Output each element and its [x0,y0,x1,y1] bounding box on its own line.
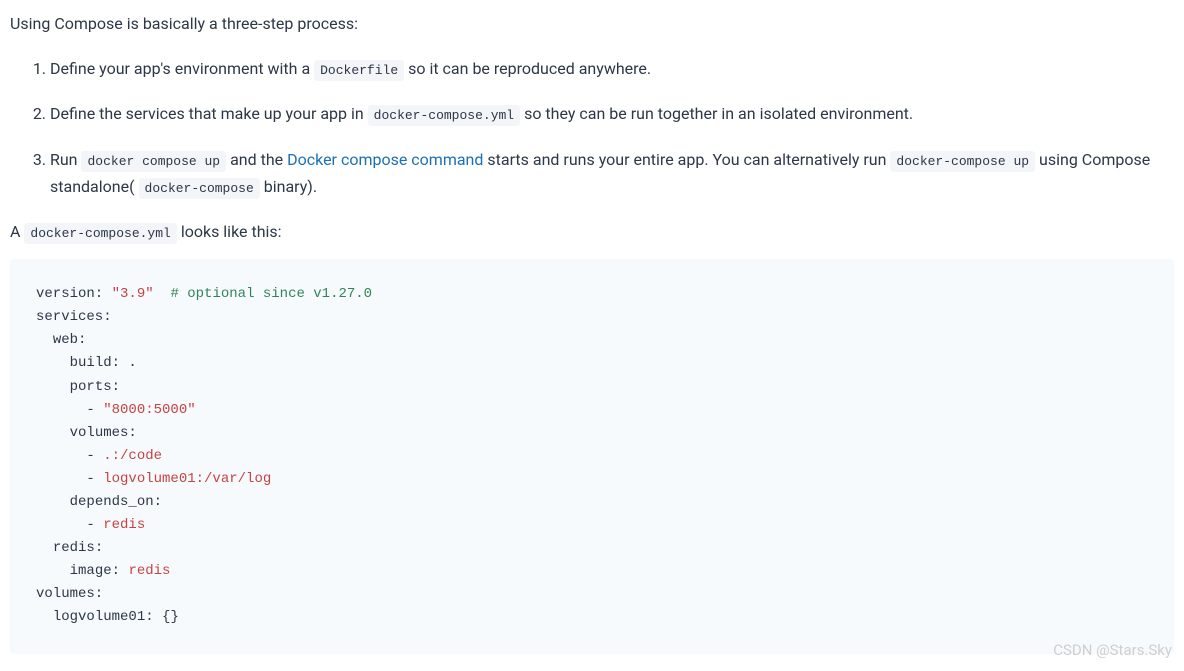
yaml-code-block: version: "3.9" # optional since v1.27.0 … [10,259,1174,653]
docker-compose-command-link[interactable]: Docker compose command [287,150,483,169]
step-item: Define the services that make up your ap… [50,100,1174,127]
inline-code: Dockerfile [314,60,404,81]
watermark: CSDN @Stars.Sky [1053,638,1172,664]
inline-code: docker-compose [139,178,260,199]
inline-code: docker-compose up [890,151,1035,172]
inline-code: docker compose up [81,151,226,172]
steps-list: Define your app's environment with a Doc… [10,55,1174,200]
step-item: Run docker compose up and the Docker com… [50,146,1174,200]
inline-code: docker-compose.yml [368,105,520,126]
inline-code: docker-compose.yml [24,223,176,244]
intro-paragraph: Using Compose is basically a three-step … [10,10,1174,37]
pre-code-sentence: A docker-compose.yml looks like this: [10,218,1174,245]
step-item: Define your app's environment with a Doc… [50,55,1174,82]
